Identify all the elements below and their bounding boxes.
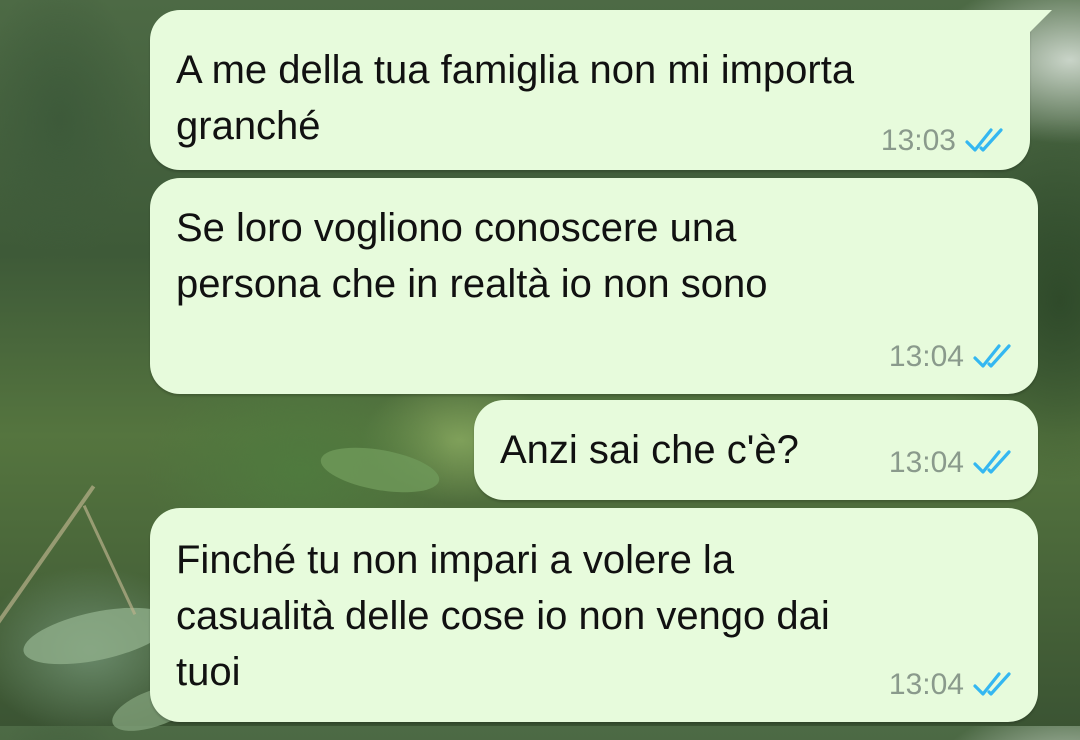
message-bubble-outgoing[interactable]: Anzi sai che c'è? 13:04: [474, 400, 1038, 500]
double-check-read-icon: [972, 342, 1016, 372]
message-meta: 13:04: [889, 340, 1016, 374]
double-check-read-icon: [964, 126, 1008, 156]
message-bubble-outgoing[interactable]: A me della tua famiglia non mi importa g…: [150, 10, 1052, 170]
message-bubble-outgoing[interactable]: Se loro vogliono conoscere una persona c…: [150, 178, 1038, 394]
bubble-tail: [1026, 10, 1052, 36]
message-text: Anzi sai che c'è?: [500, 428, 799, 472]
message-time: 13:04: [888, 668, 964, 701]
message-time: 13:03: [880, 124, 956, 157]
message-bubble-outgoing[interactable]: Finché tu non impari a volere la casuali…: [150, 508, 1038, 722]
double-check-read-icon: [972, 670, 1016, 700]
message-text: Finché tu non impari a volere la casuali…: [176, 538, 830, 694]
message-list[interactable]: A me della tua famiglia non mi importa g…: [0, 0, 1080, 726]
message-text: A me della tua famiglia non mi importa g…: [176, 48, 855, 148]
message-meta: 13:04: [889, 446, 1016, 480]
message-time: 13:04: [888, 446, 964, 479]
message-time: 13:04: [888, 340, 964, 373]
message-meta: 13:04: [889, 668, 1016, 702]
double-check-read-icon: [972, 448, 1016, 478]
message-text: Se loro vogliono conoscere una persona c…: [176, 206, 768, 306]
message-meta: 13:03: [881, 124, 1008, 158]
